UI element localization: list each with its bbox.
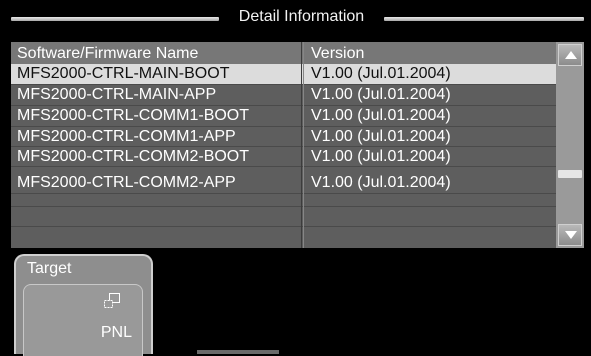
table-row[interactable]: MFS2000-CTRL-COMM1-BOOT V1.00 (Jul.01.20… <box>11 106 556 127</box>
column-divider <box>303 42 304 248</box>
title-rule-right <box>384 17 584 21</box>
row-name: MFS2000-CTRL-COMM1-BOOT <box>17 107 250 124</box>
row-version: V1.00 (Jul.01.2004) <box>311 107 451 124</box>
row-version: V1.00 (Jul.01.2004) <box>311 174 451 191</box>
row-name: MFS2000-CTRL-COMM1-APP <box>17 128 236 145</box>
bottom-tab[interactable] <box>197 350 279 354</box>
title-bar: Detail Information <box>11 5 584 33</box>
triangle-up-icon <box>565 51 577 59</box>
column-divider <box>301 42 302 248</box>
row-version: V1.00 (Jul.01.2004) <box>311 65 451 82</box>
pnl-label: PNL <box>100 324 132 341</box>
row-version: V1.00 (Jul.01.2004) <box>311 86 451 103</box>
vertical-scrollbar[interactable] <box>556 42 584 248</box>
scroll-thumb[interactable] <box>558 170 582 178</box>
table-row[interactable]: MFS2000-CTRL-MAIN-APP V1.00 (Jul.01.2004… <box>11 85 556 106</box>
row-name: MFS2000-CTRL-COMM2-APP <box>17 174 236 191</box>
scroll-down-button[interactable] <box>558 224 582 246</box>
title-rule-left <box>11 17 219 21</box>
triangle-down-icon <box>565 231 577 239</box>
column-header-name[interactable]: Software/Firmware Name <box>17 45 198 63</box>
table-row[interactable]: MFS2000-CTRL-COMM2-APP V1.00 (Jul.01.200… <box>11 171 556 194</box>
scroll-up-button[interactable] <box>558 44 582 66</box>
table-header: Software/Firmware Name Version <box>11 42 556 64</box>
target-label: Target <box>27 260 72 277</box>
empty-row-divider <box>11 226 556 227</box>
target-panel: Target PNL <box>14 254 153 356</box>
row-name: MFS2000-CTRL-MAIN-BOOT <box>17 65 230 82</box>
table-row[interactable]: MFS2000-CTRL-COMM2-BOOT V1.00 (Jul.01.20… <box>11 147 556 167</box>
pnl-button[interactable]: PNL <box>23 284 143 356</box>
row-name: MFS2000-CTRL-COMM2-BOOT <box>17 148 250 165</box>
firmware-table: Software/Firmware Name Version MFS2000-C… <box>11 42 584 248</box>
empty-row-divider <box>11 206 556 207</box>
row-version: V1.00 (Jul.01.2004) <box>311 148 451 165</box>
window-select-icon <box>104 293 120 308</box>
table-row[interactable]: MFS2000-CTRL-MAIN-BOOT V1.00 (Jul.01.200… <box>11 64 556 85</box>
row-version: V1.00 (Jul.01.2004) <box>311 128 451 145</box>
dialog-title: Detail Information <box>238 8 365 25</box>
table-row[interactable]: MFS2000-CTRL-COMM1-APP V1.00 (Jul.01.200… <box>11 127 556 147</box>
row-name: MFS2000-CTRL-MAIN-APP <box>17 86 217 103</box>
column-header-version[interactable]: Version <box>311 45 364 63</box>
